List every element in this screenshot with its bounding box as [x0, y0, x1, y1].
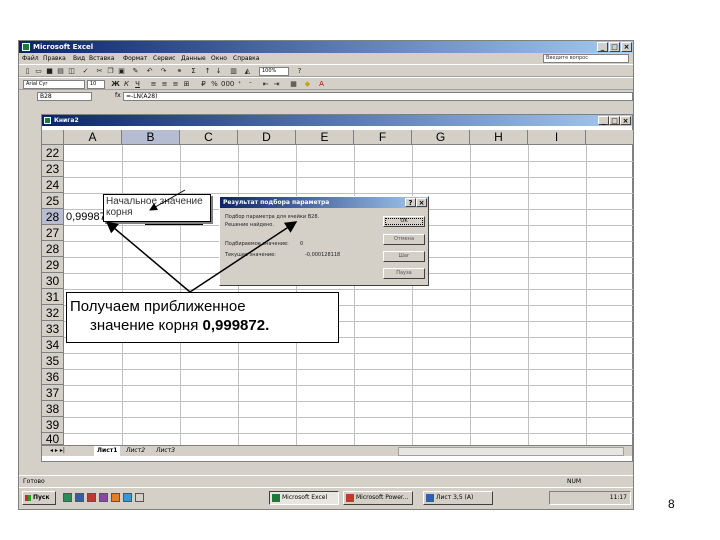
- arrow-to-current-value: [189, 221, 298, 293]
- callout-arrows: [105, 189, 298, 293]
- arrow-to-root-value: [105, 221, 191, 293]
- callout-line2: значение корня 0,999872.: [70, 316, 335, 335]
- callout-line2-text: значение корня: [90, 317, 203, 334]
- callout-root-value: 0,999872.: [202, 317, 270, 334]
- callout-line1: Получаем приближенное: [70, 298, 246, 315]
- explanation-callout: Получаем приближенное значение корня 0,9…: [66, 292, 339, 343]
- arrow-note-to-cell: [149, 189, 186, 211]
- slide-page-number: 8: [668, 497, 675, 511]
